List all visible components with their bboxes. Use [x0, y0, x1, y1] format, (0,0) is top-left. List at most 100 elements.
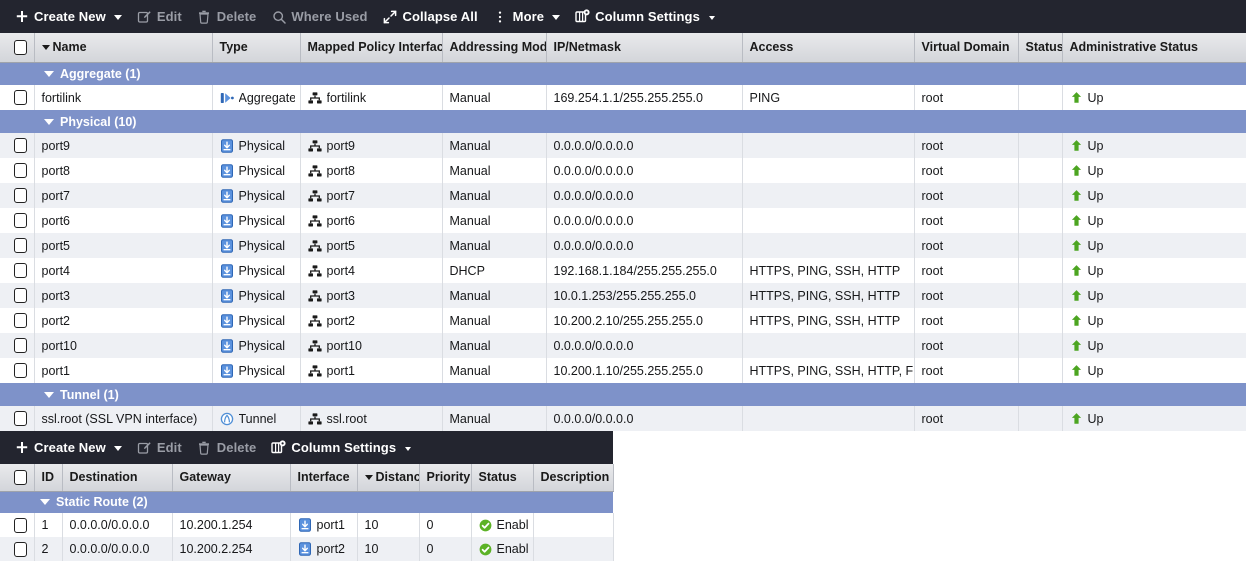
row-select-cell[interactable] [0, 233, 34, 258]
arrow-up-icon [1070, 289, 1083, 302]
column-header-admin[interactable]: Administrative Status [1062, 33, 1246, 62]
cell-mode: Manual [442, 85, 546, 110]
table-row[interactable]: port2Physicalport2Manual10.200.2.10/255.… [0, 308, 1246, 333]
column-header-distance[interactable]: Distance [357, 464, 419, 491]
column-header-name[interactable]: Name [34, 33, 212, 62]
row-checkbox[interactable] [14, 238, 27, 253]
table-row[interactable]: ssl.root (SSL VPN interface)Tunnelssl.ro… [0, 406, 1246, 431]
row-select-cell[interactable] [0, 537, 34, 561]
row-checkbox[interactable] [14, 288, 27, 303]
cell-administrative-status: Up [1062, 358, 1246, 383]
row-checkbox[interactable] [14, 363, 27, 378]
row-checkbox[interactable] [14, 163, 27, 178]
table-row[interactable]: port5Physicalport5Manual0.0.0.0/0.0.0.0r… [0, 233, 1246, 258]
column-header-description[interactable]: Description [533, 464, 613, 491]
group-header-row[interactable]: Tunnel (1) [0, 383, 1246, 406]
cell-administrative-status: Up [1062, 183, 1246, 208]
interfaces-more-button[interactable]: More [489, 0, 571, 33]
group-header-row[interactable]: Aggregate (1) [0, 62, 1246, 85]
table-row[interactable]: port3Physicalport3Manual10.0.1.253/255.2… [0, 283, 1246, 308]
cell-status [1018, 333, 1062, 358]
row-select-cell[interactable] [0, 308, 34, 333]
interfaces-column-settings-button[interactable]: Column Settings [571, 0, 726, 33]
row-select-cell[interactable] [0, 358, 34, 383]
routes-delete-button[interactable]: Delete [193, 431, 268, 464]
table-row[interactable]: 10.0.0.0/0.0.0.010.200.1.254port1100Enab… [0, 513, 613, 537]
column-header-status[interactable]: Status [471, 464, 533, 491]
row-select-cell[interactable] [0, 258, 34, 283]
row-checkbox[interactable] [14, 518, 27, 533]
cell-access [742, 333, 914, 358]
column-header-type[interactable]: Type [212, 33, 300, 62]
table-row[interactable]: port1Physicalport1Manual10.200.1.10/255.… [0, 358, 1246, 383]
row-checkbox[interactable] [14, 263, 27, 278]
table-row[interactable]: port7Physicalport7Manual0.0.0.0/0.0.0.0r… [0, 183, 1246, 208]
table-row[interactable]: 20.0.0.0/0.0.0.010.200.2.254port2100Enab… [0, 537, 613, 561]
row-select-cell[interactable] [0, 333, 34, 358]
collapse-triangle-icon[interactable] [44, 392, 54, 398]
interfaces-collapse-all-button[interactable]: Collapse All [379, 0, 489, 33]
routes-edit-button[interactable]: Edit [133, 431, 193, 464]
table-row[interactable]: port4Physicalport4DHCP192.168.1.184/255.… [0, 258, 1246, 283]
row-select-cell[interactable] [0, 183, 34, 208]
interfaces-delete-button[interactable]: Delete [193, 0, 268, 33]
select-all-header[interactable] [0, 33, 34, 62]
row-checkbox[interactable] [14, 313, 27, 328]
cell-mapped-policy-interface: ssl.root [300, 406, 442, 431]
row-checkbox[interactable] [14, 213, 27, 228]
column-header-vdom[interactable]: Virtual Domain [914, 33, 1018, 62]
row-checkbox[interactable] [14, 90, 27, 105]
mapped-interface-label: port5 [327, 239, 356, 253]
column-header-status[interactable]: Status [1018, 33, 1062, 62]
column-header-priority[interactable]: Priority [419, 464, 471, 491]
row-select-cell[interactable] [0, 158, 34, 183]
interfaces-edit-button[interactable]: Edit [133, 0, 193, 33]
row-checkbox[interactable] [14, 542, 27, 557]
select-all-header[interactable] [0, 464, 34, 491]
interfaces-where-used-button[interactable]: Where Used [267, 0, 378, 33]
routes-column-settings-button[interactable]: Column Settings [267, 431, 422, 464]
row-checkbox[interactable] [14, 411, 27, 426]
table-row[interactable]: port9Physicalport9Manual0.0.0.0/0.0.0.0r… [0, 133, 1246, 158]
row-select-cell[interactable] [0, 406, 34, 431]
column-header-destination[interactable]: Destination [62, 464, 172, 491]
select-all-checkbox[interactable] [14, 40, 27, 55]
row-select-cell[interactable] [0, 283, 34, 308]
group-header-cell[interactable]: Aggregate (1) [0, 62, 1246, 85]
column-header-interface[interactable]: Interface [290, 464, 357, 491]
collapse-triangle-icon[interactable] [44, 119, 54, 125]
row-checkbox[interactable] [14, 338, 27, 353]
group-header-row[interactable]: Physical (10) [0, 110, 1246, 133]
row-checkbox[interactable] [14, 188, 27, 203]
table-row[interactable]: port6Physicalport6Manual0.0.0.0/0.0.0.0r… [0, 208, 1246, 233]
column-header-gateway[interactable]: Gateway [172, 464, 290, 491]
column-header-access[interactable]: Access [742, 33, 914, 62]
interfaces-create-new-button[interactable]: Create New [10, 0, 133, 33]
table-row[interactable]: port10Physicalport10Manual0.0.0.0/0.0.0.… [0, 333, 1246, 358]
column-header-mapped[interactable]: Mapped Policy Interface [300, 33, 442, 62]
group-header-cell[interactable]: Static Route (2) [0, 491, 613, 513]
table-row[interactable]: fortilinkAggregatefortilinkManual169.254… [0, 85, 1246, 110]
row-select-cell[interactable] [0, 208, 34, 233]
group-header-cell[interactable]: Tunnel (1) [0, 383, 1246, 406]
type-label: Physical [239, 264, 286, 278]
column-header-mode[interactable]: Addressing Mode [442, 33, 546, 62]
column-header-label: ID [42, 470, 55, 484]
routes-create-new-button[interactable]: Create New [10, 431, 133, 464]
row-checkbox[interactable] [14, 138, 27, 153]
column-header-id[interactable]: ID [34, 464, 62, 491]
column-header-label: Name [53, 40, 87, 54]
group-header-cell[interactable]: Physical (10) [0, 110, 1246, 133]
select-all-checkbox[interactable] [14, 470, 27, 485]
name-value: port8 [42, 164, 71, 178]
row-select-cell[interactable] [0, 133, 34, 158]
table-row[interactable]: port8Physicalport8Manual0.0.0.0/0.0.0.0r… [0, 158, 1246, 183]
row-select-cell[interactable] [0, 513, 34, 537]
group-header-row[interactable]: Static Route (2) [0, 491, 613, 513]
column-header-ip[interactable]: IP/Netmask [546, 33, 742, 62]
check-circle-icon [479, 519, 492, 532]
collapse-triangle-icon[interactable] [40, 499, 50, 505]
row-select-cell[interactable] [0, 85, 34, 110]
column-header-label: Status [479, 470, 517, 484]
collapse-triangle-icon[interactable] [44, 71, 54, 77]
